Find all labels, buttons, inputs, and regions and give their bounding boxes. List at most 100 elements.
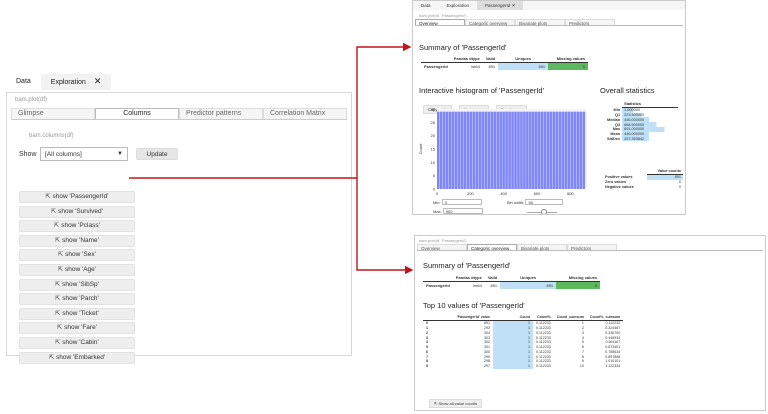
tab-categoric-overview[interactable]: Categoric overview: [467, 244, 517, 251]
show-column-label: show 'Fare': [64, 324, 97, 332]
show-column-label: show 'Name': [62, 236, 99, 244]
show-label: Show: [19, 151, 37, 158]
notebook-tabs-top: Data Exploration PassengerId ✕: [413, 1, 685, 10]
show-all-label: Show all value counts: [438, 401, 478, 406]
external-link-icon: ⇱: [55, 339, 61, 346]
show-column-button[interactable]: ⇱ show 'Age': [19, 263, 135, 276]
histogram-bar: [517, 111, 520, 189]
tab-exploration[interactable]: Exploration ✕: [40, 74, 112, 90]
passengerid-categoric-panel: bam.plot(df, 'PassengerId') Overview Cat…: [414, 235, 766, 411]
tab-bivariate-plots[interactable]: Bivariate plots: [515, 19, 565, 26]
histogram-bar: [582, 111, 586, 189]
y-tick-label: 30: [431, 107, 436, 112]
histogram-bar: [570, 111, 574, 189]
binwidth-input[interactable]: 50: [525, 199, 564, 205]
histogram-bar: [442, 111, 446, 189]
tab-predictors[interactable]: Predictors: [567, 244, 617, 251]
histogram-bar: [567, 111, 571, 189]
tab-overview[interactable]: Overview: [415, 19, 465, 26]
histogram-chart[interactable]: 3025201510500 200 400 600 800Count: [417, 105, 597, 201]
histogram-bar: [537, 111, 541, 189]
close-icon[interactable]: ✕: [512, 3, 516, 8]
show-column-button[interactable]: ⇱ show 'SibSp': [19, 278, 135, 291]
show-column-button[interactable]: ⇱ show 'Ticket': [19, 307, 135, 320]
histogram-bar: [499, 111, 502, 189]
tab-predictors[interactable]: Predictors: [565, 19, 615, 26]
table-cell: 0.112233: [536, 335, 551, 340]
show-column-button[interactable]: ⇱ show 'Embarked': [19, 351, 135, 364]
summary-title: Summary of 'PassengerId': [423, 261, 511, 270]
x-tick-label: 200: [467, 191, 474, 196]
x-tick-label: 0: [436, 191, 439, 196]
histogram-bar: [496, 111, 499, 189]
histogram-bar: [439, 111, 443, 189]
show-column-button[interactable]: ⇱ show 'PassengerId': [19, 191, 135, 203]
tab-passengerid[interactable]: PassengerId ✕: [477, 1, 524, 10]
table-cell: 0.112233: [536, 345, 551, 350]
subtab-bar: Glimpse Columns Predictor patterns Corre…: [11, 108, 347, 120]
show-column-button[interactable]: ⇱ show 'Fare': [19, 322, 135, 335]
subtab-bar: Overview Categoric overview Bivariate pl…: [415, 19, 683, 26]
code-call: bam.plot(df, 'PassengerId'): [419, 13, 467, 18]
external-link-icon: ⇱: [434, 401, 438, 406]
tab-overview[interactable]: Overview: [417, 244, 467, 251]
histogram-bar: [481, 111, 485, 189]
show-all-values-button[interactable]: ⇱ Show all value counts: [429, 399, 483, 408]
table-cell: 0.112233: [536, 359, 551, 364]
show-column-button[interactable]: ⇱ show 'Parch': [19, 293, 135, 306]
table-row: 9 297 1 0.112233 10 1.122334: [423, 363, 623, 369]
missing-cell: 0: [548, 62, 589, 70]
histogram-bar: [511, 111, 514, 189]
chevron-down-icon: ▼: [117, 151, 123, 157]
external-link-icon: ⇱: [54, 223, 60, 230]
tab-glimpse[interactable]: Glimpse: [11, 108, 95, 119]
columns-select[interactable]: [All columns] ▼: [40, 147, 128, 161]
external-link-icon: ⇱: [55, 281, 61, 288]
show-column-label: show 'Survived': [58, 207, 103, 215]
show-column-button[interactable]: ⇱ show 'Survived': [19, 205, 135, 218]
table-cell: 0.112233: [536, 325, 551, 330]
external-link-icon: ⇱: [55, 296, 61, 303]
external-link-icon: ⇱: [57, 325, 63, 332]
close-icon[interactable]: ✕: [94, 76, 102, 86]
table-cell: 0.112233: [536, 330, 551, 335]
min-input[interactable]: 0: [441, 199, 482, 205]
summary-table: Pandas dtype Valid Uniques Missing value…: [421, 55, 589, 70]
show-column-button[interactable]: ⇱ show 'Cabin': [19, 336, 135, 349]
summary-cell: 891: [488, 64, 496, 69]
max-input[interactable]: 900: [442, 208, 483, 214]
external-link-icon: ⇱: [58, 252, 64, 259]
show-column-button[interactable]: ⇱ show 'Pclass': [19, 220, 135, 233]
max-label: Max:: [433, 209, 442, 214]
y-axis-label: Count: [418, 143, 423, 155]
summary-cell: 891: [490, 283, 498, 288]
summary-header: Missing values: [548, 55, 589, 63]
y-tick-label: 15: [431, 147, 436, 152]
update-button[interactable]: Update: [136, 148, 178, 160]
summary-header: [423, 274, 453, 282]
tab-exploration-label: Exploration: [50, 79, 86, 86]
binwidth-label: Bin width:: [507, 200, 525, 205]
summary-cell: PassengerId: [426, 283, 450, 288]
tab-predictor-patterns[interactable]: Predictor patterns: [179, 108, 263, 119]
histogram-bar: [463, 111, 467, 189]
tab-exploration[interactable]: Exploration: [439, 1, 478, 10]
histogram-bar: [543, 111, 547, 189]
tab-columns[interactable]: Columns: [95, 108, 179, 119]
code-call: bam.plot(df): [15, 97, 48, 103]
subtab-bar: Overview Categoric overview Bivariate pl…: [417, 244, 763, 251]
show-column-label: show 'Sex': [65, 251, 96, 259]
histogram-title: Interactive histogram of 'PassengerId': [419, 86, 545, 95]
show-column-buttons: ⇱ show 'PassengerId' ⇱ show 'Survived' ⇱ show…: [19, 191, 135, 366]
summary-header: Valid: [482, 55, 499, 63]
tab-correlation-matrix[interactable]: Correlation Matrix: [263, 108, 347, 119]
tab-data[interactable]: Data: [6, 74, 41, 90]
slider-handle[interactable]: [541, 209, 547, 214]
show-column-button[interactable]: ⇱ show 'Sex': [19, 249, 135, 262]
show-column-button[interactable]: ⇱ show 'Name': [19, 234, 135, 247]
counts-row: Negative values 0: [603, 184, 683, 189]
tab-data[interactable]: Data: [413, 1, 439, 10]
value-counts-table: Value counts Positive values 891 Zero valu…: [603, 169, 683, 189]
tab-categoric-overview[interactable]: Categoric overview: [465, 19, 515, 26]
tab-bivariate-plots[interactable]: Bivariate plots: [517, 244, 567, 251]
